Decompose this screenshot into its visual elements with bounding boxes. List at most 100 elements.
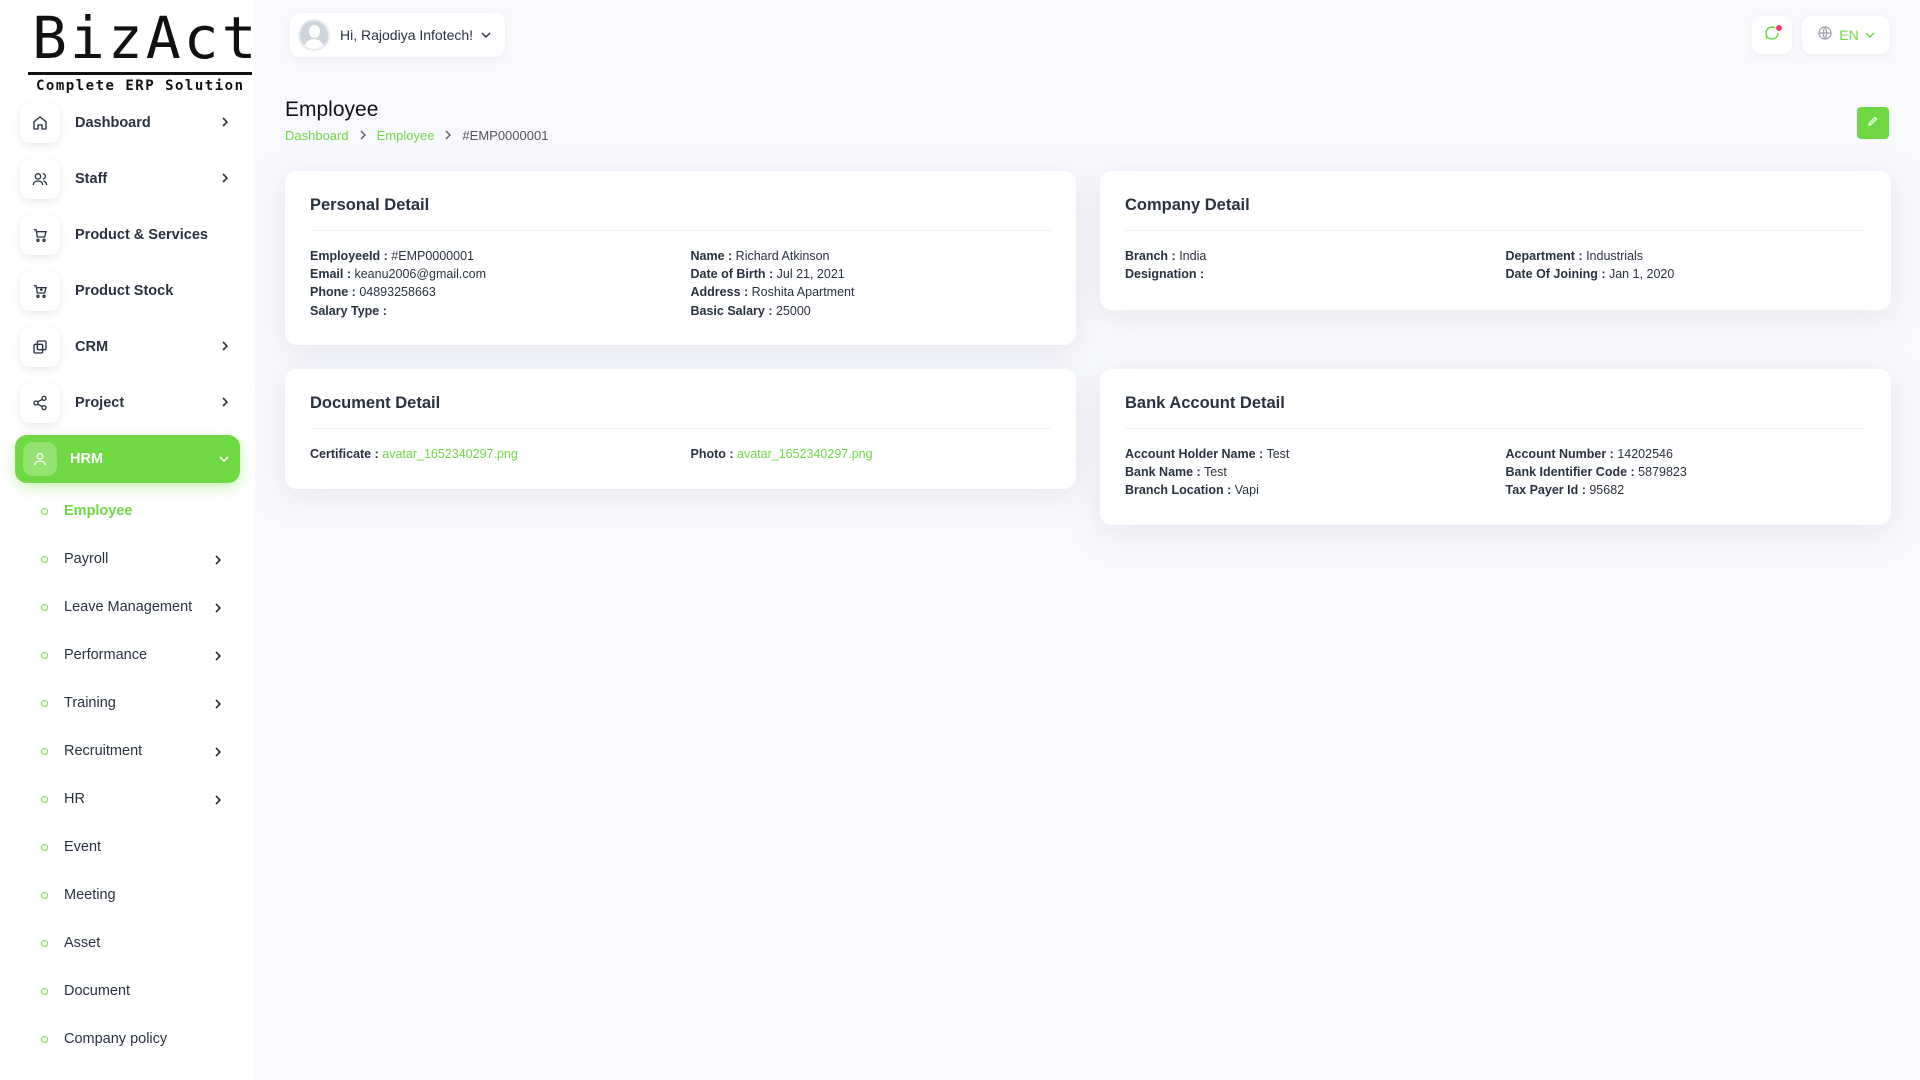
detail-key: Branch : (1125, 249, 1176, 263)
sidebar-item-crm[interactable]: CRM (15, 319, 240, 375)
sidebar-subitem-performance[interactable]: Performance (15, 631, 240, 679)
card-header: Bank Account Detail (1125, 369, 1866, 429)
breadcrumb-dashboard[interactable]: Dashboard (285, 128, 349, 143)
bullet-icon (41, 939, 48, 947)
detail-rows: Certificate : avatar_1652340297.png Phot… (310, 445, 1051, 463)
page-title: Employee (285, 98, 379, 121)
language-code: EN (1839, 27, 1859, 43)
breadcrumb: Dashboard Employee #EMP0000001 (285, 128, 548, 143)
chevron-right-icon (213, 793, 223, 811)
sidebar-nav: Dashboard Staff Product & Services Produ… (15, 95, 240, 1063)
sidebar-subitem-employee[interactable]: Employee (15, 487, 240, 535)
detail-row: Account Holder Name : Test (1125, 445, 1486, 463)
detail-column-right: Photo : avatar_1652340297.png (691, 445, 1052, 463)
detail-row: Bank Identifier Code : 5879823 (1506, 463, 1867, 481)
detail-row: Address : Roshita Apartment (691, 283, 1052, 301)
detail-row: Branch : India (1125, 247, 1486, 265)
chevron-right-icon (213, 697, 223, 715)
hrm-submenu: Employee Payroll Leave Management Perfor… (15, 487, 240, 1063)
home-icon (20, 103, 60, 143)
bullet-icon (41, 1035, 48, 1043)
sidebar-item-label: Dashboard (75, 115, 151, 131)
sidebar-item-label: CRM (75, 339, 109, 355)
layers-icon (20, 327, 60, 367)
sidebar-subitem-label: Training (64, 695, 116, 711)
chevron-down-icon (1865, 26, 1875, 44)
detail-value: 14202546 (1617, 447, 1673, 461)
detail-key: Date of Birth : (690, 267, 774, 282)
sidebar-item-product-services[interactable]: Product & Services (15, 207, 240, 263)
sidebar-item-label: Project (75, 395, 125, 411)
sidebar-subitem-label: Recruitment (64, 743, 143, 759)
bullet-icon (41, 699, 48, 707)
chevron-right-icon (213, 649, 223, 667)
card-header: Personal Detail (310, 171, 1051, 231)
detail-column-left: EmployeeId : #EMP0000001 Email : keanu20… (310, 247, 671, 320)
sidebar-subitem-label: HR (64, 791, 85, 807)
detail-value: Test (1203, 465, 1227, 480)
detail-row: Email : keanu2006@gmail.com (310, 265, 671, 283)
detail-column-left: Branch : India Designation : (1125, 247, 1486, 283)
detail-key: Bank Name : (1125, 465, 1201, 480)
detail-key: Name : (690, 249, 733, 263)
pencil-icon (1867, 114, 1879, 132)
sidebar-subitem-document[interactable]: Document (15, 967, 240, 1015)
certificate-link[interactable]: avatar_1652340297.png (382, 447, 518, 461)
sidebar-subitem-payroll[interactable]: Payroll (15, 535, 240, 583)
detail-row: Photo : avatar_1652340297.png (691, 445, 1052, 463)
sidebar-item-project[interactable]: Project (15, 375, 240, 431)
sidebar-item-dashboard[interactable]: Dashboard (15, 95, 240, 151)
detail-value: Roshita Apartment (751, 285, 855, 300)
sidebar-subitem-recruitment[interactable]: Recruitment (15, 727, 240, 775)
detail-value: India (1179, 249, 1207, 263)
detail-key: Bank Identifier Code : (1505, 465, 1635, 480)
sidebar-subitem-hr[interactable]: HR (15, 775, 240, 823)
chevron-right-icon (213, 553, 223, 571)
document-detail-card: Document Detail Certificate : avatar_165… (285, 369, 1076, 489)
sidebar-subitem-event[interactable]: Event (15, 823, 240, 871)
detail-row: Date Of Joining : Jan 1, 2020 (1506, 265, 1867, 283)
detail-key: Designation : (1125, 267, 1205, 282)
detail-value: 95682 (1589, 483, 1625, 498)
detail-key: Certificate : (310, 447, 379, 461)
sidebar-item-label: Product Stock (75, 283, 174, 299)
photo-link[interactable]: avatar_1652340297.png (737, 447, 873, 461)
detail-row: EmployeeId : #EMP0000001 (310, 247, 671, 265)
sidebar-item-hrm[interactable]: HRM (15, 435, 240, 483)
card-title: Company Detail (1125, 196, 1250, 214)
language-dropdown[interactable]: EN (1802, 16, 1890, 54)
bullet-icon (41, 747, 48, 755)
sidebar-item-staff[interactable]: Staff (15, 151, 240, 207)
sidebar-subitem-training[interactable]: Training (15, 679, 240, 727)
sidebar-item-label: Staff (75, 171, 108, 187)
detail-value: Richard Atkinson (735, 249, 830, 263)
breadcrumb-employee[interactable]: Employee (377, 128, 435, 143)
chevron-down-icon (481, 26, 491, 44)
sidebar-subitem-label: Meeting (64, 887, 116, 903)
sidebar-subitem-leave-management[interactable]: Leave Management (15, 583, 240, 631)
detail-row: Phone : 04893258663 (310, 283, 671, 301)
sidebar-subitem-meeting[interactable]: Meeting (15, 871, 240, 919)
user-greeting: Hi, Rajodiya Infotech! (340, 27, 474, 43)
detail-key: Salary Type : (310, 303, 387, 318)
cart-plus-icon (20, 271, 60, 311)
header-tools: EN (1752, 16, 1890, 54)
logo-rule (28, 72, 252, 75)
personal-detail-card: Personal Detail EmployeeId : #EMP0000001… (285, 171, 1076, 345)
sidebar-subitem-asset[interactable]: Asset (15, 919, 240, 967)
chevron-right-icon (213, 601, 223, 619)
chevron-right-icon (220, 171, 230, 189)
detail-row: Bank Name : Test (1125, 463, 1486, 481)
detail-value: 25000 (775, 303, 811, 318)
detail-value: Test (1266, 447, 1290, 461)
sidebar-item-product-stock[interactable]: Product Stock (15, 263, 240, 319)
detail-value: Vapi (1234, 483, 1259, 498)
messages-button[interactable] (1752, 16, 1792, 54)
chevron-right-icon (220, 339, 230, 357)
brand-logo[interactable]: BizAct Complete ERP Solution (28, 8, 257, 94)
bullet-icon (41, 603, 48, 611)
sidebar-subitem-company-policy[interactable]: Company policy (15, 1015, 240, 1063)
user-menu[interactable]: Hi, Rajodiya Infotech! (290, 13, 505, 57)
chevron-right-icon (220, 395, 230, 413)
edit-button[interactable] (1857, 107, 1889, 139)
